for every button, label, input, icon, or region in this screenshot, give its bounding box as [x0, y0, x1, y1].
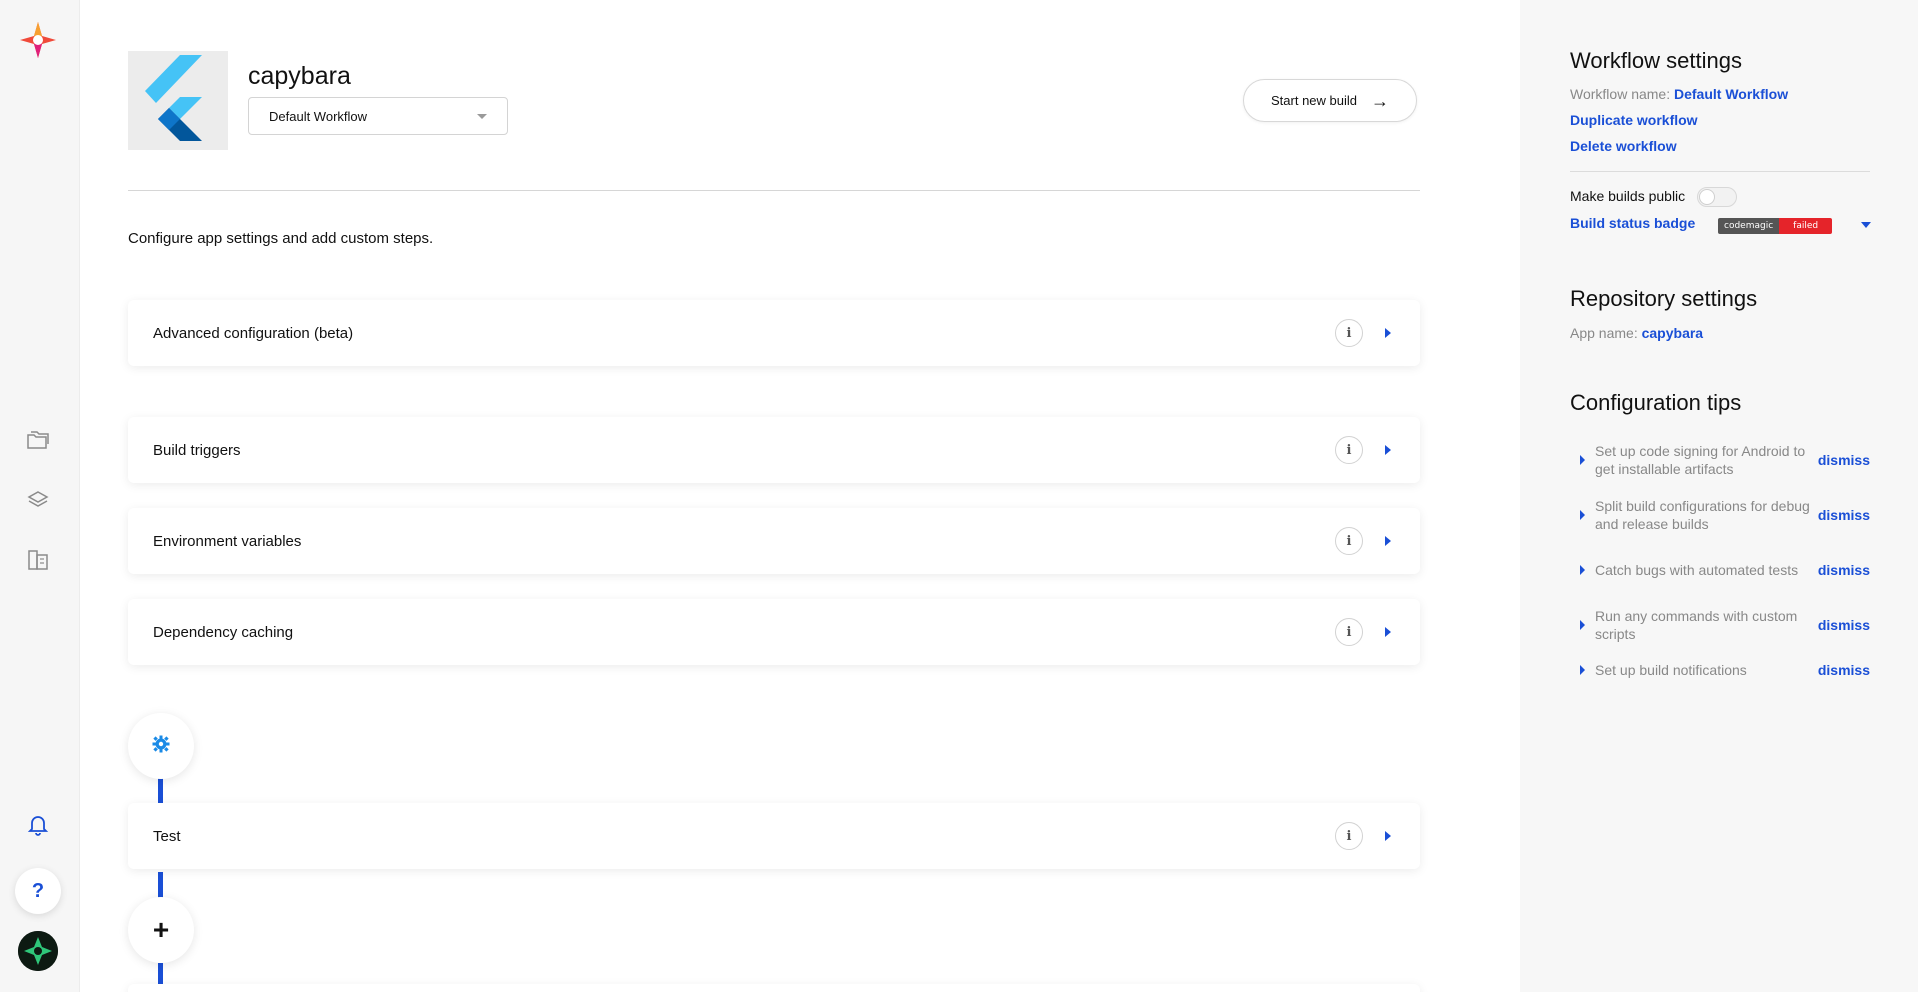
- bell-icon[interactable]: [26, 812, 50, 836]
- toggle-knob: [1699, 189, 1716, 206]
- help-glyph: ?: [31, 879, 45, 902]
- duplicate-workflow-link[interactable]: Duplicate workflow: [1570, 112, 1698, 128]
- workflow-select[interactable]: Default Workflow: [248, 97, 508, 135]
- make-public-label: Make builds public: [1570, 188, 1686, 204]
- make-public-row: Make builds public: [1570, 186, 1738, 208]
- info-icon[interactable]: i: [1335, 319, 1363, 347]
- tip-item[interactable]: Catch bugs with automated tests dismiss: [1570, 550, 1870, 590]
- chevron-right-icon: [1385, 627, 1391, 637]
- workflow-name-link[interactable]: Default Workflow: [1674, 86, 1788, 102]
- chevron-down-icon[interactable]: [1861, 222, 1871, 228]
- section-environment-variables[interactable]: Environment variables i: [128, 508, 1420, 574]
- workflow-name-label: Workflow name:: [1570, 86, 1671, 102]
- chevron-right-icon: [1385, 445, 1391, 455]
- book-icon[interactable]: [26, 548, 50, 572]
- app-name-link[interactable]: capybara: [1642, 325, 1703, 341]
- delete-workflow-link[interactable]: Delete workflow: [1570, 138, 1677, 154]
- section-label: Build triggers: [153, 441, 241, 459]
- status-badge: codemagic failed: [1718, 218, 1833, 234]
- add-step-button[interactable]: +: [128, 897, 194, 963]
- chevron-right-icon: [1580, 665, 1585, 675]
- layers-icon[interactable]: [26, 488, 50, 512]
- settings-step-button[interactable]: [128, 713, 194, 779]
- gear-icon: [152, 735, 170, 758]
- section-label: Environment variables: [153, 532, 302, 550]
- info-icon[interactable]: i: [1335, 822, 1363, 850]
- flutter-app-icon: [128, 51, 228, 150]
- nav-rail: ?: [0, 0, 80, 992]
- tip-text: Set up code signing for Android to get i…: [1595, 443, 1806, 477]
- app-title: capybara: [248, 62, 351, 90]
- info-icon[interactable]: i: [1335, 527, 1363, 555]
- chevron-right-icon: [1580, 510, 1585, 520]
- status-badge-brand: codemagic: [1718, 218, 1780, 234]
- chevron-right-icon: [1385, 831, 1391, 841]
- repository-settings-title: Repository settings: [1570, 286, 1758, 311]
- workflow-name-row: Workflow name: Default Workflow: [1570, 86, 1788, 102]
- tip-text: Catch bugs with automated tests: [1595, 562, 1799, 578]
- chevron-right-icon: [1385, 328, 1391, 338]
- tip-item[interactable]: Run any commands with custom scripts dis…: [1570, 605, 1870, 645]
- section-label: Advanced configuration (beta): [153, 324, 354, 342]
- section-label: Dependency caching: [153, 623, 294, 641]
- help-icon[interactable]: ?: [15, 868, 61, 914]
- section-label: Test: [153, 827, 181, 845]
- dismiss-link[interactable]: dismiss: [1818, 562, 1870, 578]
- make-public-toggle[interactable]: [1697, 187, 1738, 208]
- section-dependency-caching[interactable]: Dependency caching i: [128, 599, 1420, 665]
- dismiss-link[interactable]: dismiss: [1818, 662, 1870, 678]
- status-badge-state: failed: [1779, 218, 1833, 234]
- app-name-row: App name: capybara: [1570, 325, 1703, 341]
- codemagic-logo-icon[interactable]: [18, 20, 58, 60]
- info-icon[interactable]: i: [1335, 618, 1363, 646]
- workflow-select-value: Default Workflow: [269, 108, 368, 124]
- folder-icon[interactable]: [26, 428, 50, 452]
- app-name-label: App name:: [1570, 325, 1638, 341]
- chevron-right-icon: [1580, 565, 1585, 575]
- intro-text: Configure app settings and add custom st…: [128, 230, 434, 247]
- header-divider: [128, 190, 1420, 191]
- section-advanced-configuration[interactable]: Advanced configuration (beta) i: [128, 300, 1420, 366]
- settings-panel: Workflow settings Workflow name: Default…: [1520, 0, 1918, 992]
- main-content: capybara Default Workflow Start new buil…: [128, 0, 1420, 992]
- tip-text: Split build configurations for debug and…: [1595, 498, 1810, 532]
- dismiss-link[interactable]: dismiss: [1818, 452, 1870, 468]
- tip-item[interactable]: Set up code signing for Android to get i…: [1570, 440, 1870, 480]
- chevron-right-icon: [1580, 455, 1585, 465]
- start-new-build-label: Start new build: [1271, 93, 1357, 108]
- chevron-down-icon: [477, 113, 487, 119]
- dismiss-link[interactable]: dismiss: [1818, 617, 1870, 633]
- tip-item[interactable]: Split build configurations for debug and…: [1570, 495, 1870, 535]
- tip-item[interactable]: Set up build notifications dismiss: [1570, 650, 1870, 690]
- tip-text: Run any commands with custom scripts: [1595, 608, 1798, 642]
- start-new-build-button[interactable]: Start new build →: [1243, 79, 1417, 122]
- chevron-right-icon: [1385, 536, 1391, 546]
- arrow-right-icon: →: [1371, 90, 1389, 111]
- chevron-right-icon: [1580, 620, 1585, 630]
- tip-text: Set up build notifications: [1595, 662, 1747, 678]
- section-test[interactable]: Test i: [128, 803, 1420, 869]
- workflow-settings-title: Workflow settings: [1570, 48, 1742, 73]
- dismiss-link[interactable]: dismiss: [1818, 507, 1870, 523]
- avatar[interactable]: [18, 931, 58, 971]
- plus-icon: +: [152, 914, 170, 945]
- build-status-badge-link[interactable]: Build status badge: [1570, 215, 1695, 231]
- configuration-tips-title: Configuration tips: [1570, 390, 1742, 415]
- section-next-partial[interactable]: [128, 984, 1420, 992]
- section-build-triggers[interactable]: Build triggers i: [128, 417, 1420, 483]
- panel-divider: [1570, 171, 1870, 172]
- info-icon[interactable]: i: [1335, 436, 1363, 464]
